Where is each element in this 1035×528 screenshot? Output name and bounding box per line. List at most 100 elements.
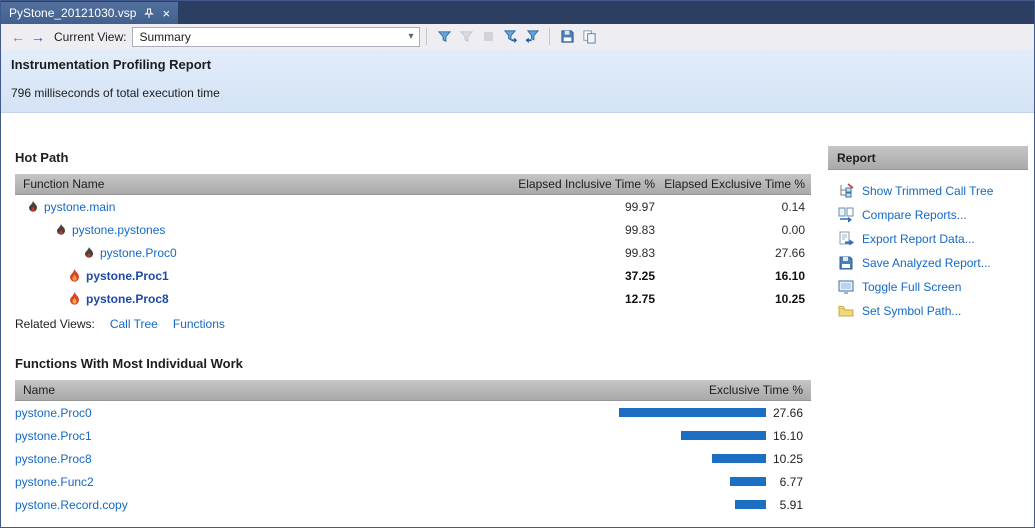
exclusive-time-value: 16.10 — [772, 428, 803, 443]
report-action-compare-reports[interactable]: Compare Reports... — [828, 203, 1028, 227]
inclusive-time-value: 37.25 — [624, 268, 655, 283]
filter-in-icon[interactable] — [499, 27, 521, 47]
copy-icon[interactable] — [578, 27, 600, 47]
page-title: Instrumentation Profiling Report — [11, 57, 212, 72]
set-symbol-path-icon — [838, 303, 854, 319]
view-dropdown-value: Summary — [139, 29, 191, 44]
exclusive-time-bar — [619, 408, 766, 417]
current-view-label: Current View: — [54, 29, 127, 44]
report-action-toggle-full-screen[interactable]: Toggle Full Screen — [828, 275, 1028, 299]
flame-icon — [69, 269, 80, 282]
report-panel: Report Show Trimmed Call Tree Compare Re… — [828, 113, 1028, 527]
function-link[interactable]: pystone.Proc1 — [15, 429, 92, 443]
exclusive-time-value: 0.00 — [781, 222, 805, 237]
table-row: pystone.Proc8 10.25 — [15, 447, 811, 470]
related-view-functions[interactable]: Functions — [173, 317, 225, 331]
exclusive-time-value: 16.10 — [774, 268, 805, 283]
filter-out-icon[interactable] — [521, 27, 543, 47]
report-action-export-report-data[interactable]: Export Report Data... — [828, 227, 1028, 251]
flame-icon — [69, 292, 80, 305]
exclusive-time-bar — [735, 500, 766, 509]
report-action-label: Set Symbol Path... — [862, 304, 962, 318]
table-row: pystone.Proc1 37.25 16.10 — [15, 264, 811, 287]
function-link[interactable]: pystone.Proc8 — [86, 292, 169, 306]
view-dropdown[interactable]: Summary ▾ — [132, 26, 421, 47]
inclusive-time-value: 12.75 — [624, 291, 655, 306]
related-views-label: Related Views: — [15, 317, 95, 331]
summary-column: Hot Path Function Name Elapsed Inclusive… — [15, 113, 811, 527]
table-row: pystone.Func2 6.77 — [15, 470, 811, 493]
function-link[interactable]: pystone.Func2 — [15, 475, 94, 489]
report-action-label: Export Report Data... — [862, 232, 975, 246]
hot-path-marker-icon — [28, 200, 38, 213]
table-row: pystone.Proc8 12.75 10.25 — [15, 287, 811, 310]
column-header-name[interactable]: Name — [15, 383, 614, 397]
trimmed-call-tree-icon — [838, 183, 854, 199]
tab-pystone-report[interactable]: PyStone_20121030.vsp × — [1, 2, 179, 24]
exclusive-time-value: 10.25 — [774, 291, 805, 306]
function-link[interactable]: pystone.Record.copy — [15, 498, 128, 512]
inclusive-time-value: 99.97 — [624, 199, 655, 214]
exclusive-time-bar — [681, 431, 766, 440]
table-row: pystone.main 99.97 0.14 — [15, 195, 811, 218]
report-action-label: Save Analyzed Report... — [862, 256, 991, 270]
save-icon[interactable] — [556, 27, 578, 47]
related-view-call-tree[interactable]: Call Tree — [110, 317, 158, 331]
export-report-data-icon — [838, 231, 854, 247]
function-link[interactable]: pystone.pystones — [72, 223, 165, 237]
inclusive-time-value: 99.83 — [624, 222, 655, 237]
function-link[interactable]: pystone.Proc8 — [15, 452, 92, 466]
pin-icon[interactable] — [144, 8, 155, 19]
hot-path-marker-icon — [56, 223, 66, 236]
compare-reports-icon — [838, 207, 854, 223]
total-time-summary: 796 milliseconds of total execution time — [11, 86, 220, 100]
report-action-show-trimmed-call-tree[interactable]: Show Trimmed Call Tree — [828, 179, 1028, 203]
column-header-exclusive-time[interactable]: Elapsed Exclusive Time % — [661, 177, 811, 191]
table-row: pystone.pystones 99.83 0.00 — [15, 218, 811, 241]
toggle-full-screen-icon — [838, 279, 854, 295]
column-header-function-name[interactable]: Function Name — [15, 177, 511, 191]
report-header-band: Instrumentation Profiling Report 796 mil… — [1, 49, 1034, 113]
forward-button[interactable]: → — [28, 30, 48, 44]
exclusive-time-value: 27.66 — [772, 405, 803, 420]
stop-icon — [477, 27, 499, 47]
related-views: Related Views: Call Tree Functions — [15, 317, 811, 331]
tab-title: PyStone_20121030.vsp — [9, 6, 137, 20]
document-tab-strip: PyStone_20121030.vsp × — [1, 1, 1034, 24]
function-link[interactable]: pystone.Proc1 — [86, 269, 169, 283]
exclusive-time-bar — [712, 454, 766, 463]
hot-path-title: Hot Path — [15, 150, 69, 165]
table-row: pystone.Proc0 99.83 27.66 — [15, 241, 811, 264]
column-header-exclusive-time[interactable]: Exclusive Time % — [614, 383, 811, 397]
toolbar: ← → Current View: Summary ▾ — [1, 24, 1034, 49]
report-action-set-symbol-path[interactable]: Set Symbol Path... — [828, 299, 1028, 323]
toolbar-separator — [549, 28, 551, 45]
hot-path-marker-icon — [84, 246, 94, 259]
close-icon[interactable]: × — [162, 7, 170, 20]
back-button[interactable]: ← — [8, 30, 28, 44]
exclusive-time-value: 5.91 — [779, 497, 803, 512]
report-action-label: Compare Reports... — [862, 208, 967, 222]
filter-icon[interactable] — [433, 27, 455, 47]
toolbar-separator — [426, 28, 428, 45]
exclusive-time-value: 10.25 — [772, 451, 803, 466]
report-action-save-analyzed-report[interactable]: Save Analyzed Report... — [828, 251, 1028, 275]
exclusive-time-value: 6.77 — [779, 474, 803, 489]
function-link[interactable]: pystone.Proc0 — [100, 246, 177, 260]
profiler-window: PyStone_20121030.vsp × ← → Current View:… — [0, 0, 1035, 528]
filter-disabled-icon — [455, 27, 477, 47]
functions-work-title: Functions With Most Individual Work — [15, 356, 243, 371]
table-row: pystone.Proc1 16.10 — [15, 424, 811, 447]
table-row: pystone.Record.copy 5.91 — [15, 493, 811, 516]
save-analyzed-report-icon — [838, 255, 854, 271]
exclusive-time-value: 0.14 — [781, 199, 805, 214]
exclusive-time-bar — [730, 477, 766, 486]
report-action-label: Show Trimmed Call Tree — [862, 184, 994, 198]
report-action-label: Toggle Full Screen — [862, 280, 962, 294]
function-link[interactable]: pystone.Proc0 — [15, 406, 92, 420]
exclusive-time-value: 27.66 — [774, 245, 805, 260]
functions-work-header-row: Name Exclusive Time % — [15, 380, 811, 401]
report-panel-header: Report — [828, 146, 1028, 170]
column-header-inclusive-time[interactable]: Elapsed Inclusive Time % — [511, 177, 661, 191]
function-link[interactable]: pystone.main — [44, 200, 115, 214]
